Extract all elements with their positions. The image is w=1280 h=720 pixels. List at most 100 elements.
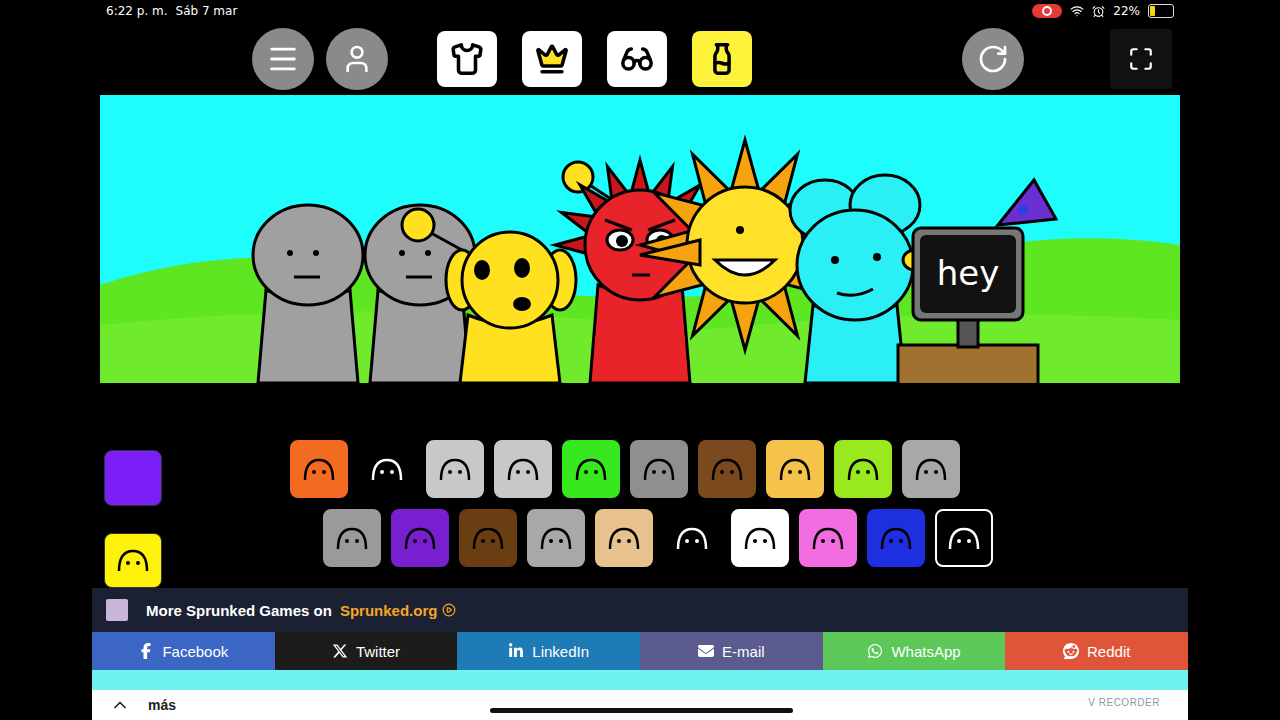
promo-banner[interactable]: More Sprunked Games on Sprunked.org bbox=[92, 588, 1188, 632]
palette-tile[interactable] bbox=[698, 440, 756, 498]
palette-tile[interactable] bbox=[391, 509, 449, 567]
expand-icon bbox=[1128, 46, 1154, 72]
character[interactable]: hey bbox=[898, 180, 1056, 383]
shirt-icon bbox=[450, 42, 484, 76]
share-bar: FacebookTwitterLinkedInE-mailWhatsAppRed… bbox=[92, 632, 1188, 670]
accessory-icon bbox=[911, 454, 951, 484]
stage-scene: hey bbox=[100, 95, 1180, 383]
palette-row bbox=[290, 440, 993, 498]
palette-tile[interactable] bbox=[935, 509, 993, 567]
accessory-icon bbox=[672, 523, 712, 553]
person-icon bbox=[341, 43, 373, 75]
palette-row bbox=[290, 509, 993, 567]
palette-tile[interactable] bbox=[358, 440, 416, 498]
linkedin-icon bbox=[508, 643, 524, 659]
palette-tile[interactable] bbox=[426, 440, 484, 498]
stage: hey bbox=[100, 95, 1180, 383]
banner-text: More Sprunked Games on bbox=[146, 602, 332, 619]
more-label[interactable]: más bbox=[148, 697, 176, 713]
accessory-icon bbox=[707, 454, 747, 484]
accessory-icon bbox=[604, 523, 644, 553]
color-swatch[interactable] bbox=[104, 533, 162, 589]
palette-tile[interactable] bbox=[595, 509, 653, 567]
palette-tile[interactable] bbox=[834, 440, 892, 498]
banner-link[interactable]: Sprunked.org bbox=[340, 602, 457, 619]
home-indicator[interactable] bbox=[490, 708, 793, 713]
character[interactable] bbox=[253, 205, 363, 383]
accessory-icon bbox=[808, 523, 848, 553]
whatsapp-icon bbox=[867, 643, 883, 659]
reset-button[interactable] bbox=[962, 28, 1024, 90]
reddit-icon bbox=[1063, 643, 1079, 659]
accessory-icon bbox=[944, 523, 984, 553]
accessory-icon bbox=[639, 454, 679, 484]
character[interactable] bbox=[446, 232, 576, 383]
bottle-icon bbox=[705, 42, 739, 76]
bottom-bar: más bbox=[92, 690, 1188, 720]
accessory-icon bbox=[503, 454, 543, 484]
recording-indicator bbox=[1032, 4, 1062, 18]
palette-tile[interactable] bbox=[731, 509, 789, 567]
palette-tile[interactable] bbox=[902, 440, 960, 498]
fullscreen-button[interactable] bbox=[1110, 29, 1172, 89]
palette-tile[interactable] bbox=[459, 509, 517, 567]
watermark: V RECORDER bbox=[1088, 697, 1160, 708]
crown-icon bbox=[535, 42, 569, 76]
alarm-icon bbox=[1092, 5, 1105, 18]
palette-tile[interactable] bbox=[663, 509, 721, 567]
palette-tile[interactable] bbox=[323, 509, 381, 567]
chevron-up-icon[interactable] bbox=[110, 695, 130, 715]
facebook-icon bbox=[138, 643, 154, 659]
accessory-icon bbox=[332, 523, 372, 553]
palette-tile[interactable] bbox=[799, 509, 857, 567]
toolbar bbox=[100, 22, 1180, 95]
profile-button[interactable] bbox=[326, 28, 388, 90]
status-bar: 6:22 p. m.Sáb 7 mar22% bbox=[92, 0, 1188, 22]
palette-tile[interactable] bbox=[867, 509, 925, 567]
color-swatch[interactable] bbox=[104, 450, 162, 506]
battery-icon bbox=[1148, 4, 1174, 18]
accessory-icon bbox=[367, 454, 407, 484]
share-button[interactable]: Facebook bbox=[92, 632, 275, 670]
palette-tile[interactable] bbox=[562, 440, 620, 498]
share-button[interactable]: WhatsApp bbox=[823, 632, 1006, 670]
glasses-icon bbox=[620, 42, 654, 76]
game-area: hey bbox=[100, 22, 1180, 588]
accessory-icon bbox=[740, 523, 780, 553]
screen-text: hey bbox=[937, 253, 1000, 293]
app-frame: 6:22 p. m.Sáb 7 mar22% hey More Sprunked G… bbox=[92, 0, 1188, 720]
x-icon bbox=[332, 643, 348, 659]
palette-tile[interactable] bbox=[766, 440, 824, 498]
accessory-icon bbox=[775, 454, 815, 484]
menu-button[interactable] bbox=[252, 28, 314, 90]
palette-area bbox=[100, 383, 1180, 588]
share-button[interactable]: E-mail bbox=[640, 632, 823, 670]
wifi-icon bbox=[1070, 4, 1084, 18]
accessory-icon bbox=[468, 523, 508, 553]
page-strip bbox=[92, 670, 1188, 690]
play-icon bbox=[442, 603, 456, 617]
status-time: 6:22 p. m. bbox=[106, 4, 168, 18]
accessory-icon bbox=[843, 454, 883, 484]
accessory-icon bbox=[435, 454, 475, 484]
palette-tile[interactable] bbox=[630, 440, 688, 498]
share-button[interactable]: LinkedIn bbox=[457, 632, 640, 670]
category-button[interactable] bbox=[437, 31, 497, 87]
category-button[interactable] bbox=[692, 31, 752, 87]
category-button[interactable] bbox=[607, 31, 667, 87]
palette-tile[interactable] bbox=[290, 440, 348, 498]
share-button[interactable]: Reddit bbox=[1005, 632, 1188, 670]
palette-tile[interactable] bbox=[494, 440, 552, 498]
share-button[interactable]: Twitter bbox=[275, 632, 458, 670]
screen: 6:22 p. m.Sáb 7 mar22% hey More Sprunked G… bbox=[0, 0, 1280, 720]
palette-tile[interactable] bbox=[527, 509, 585, 567]
accessory-icon bbox=[536, 523, 576, 553]
battery-reading: 22% bbox=[1113, 4, 1140, 18]
envelope-icon bbox=[698, 643, 714, 659]
menu-icon bbox=[266, 42, 300, 76]
accessory-icon bbox=[113, 545, 153, 575]
category-button[interactable] bbox=[522, 31, 582, 87]
accessory-icon bbox=[400, 523, 440, 553]
logo-icon bbox=[106, 599, 128, 621]
refresh-icon bbox=[977, 43, 1009, 75]
